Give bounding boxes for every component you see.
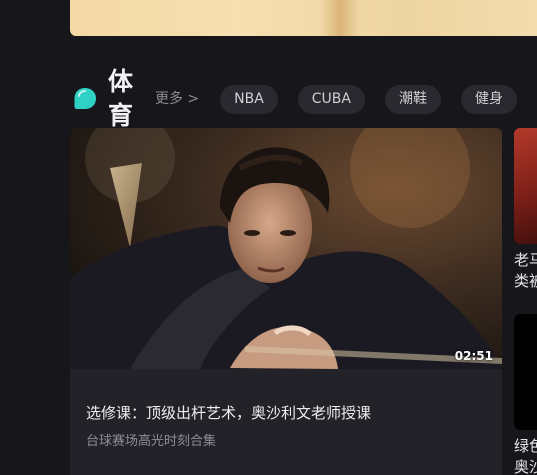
- video-title[interactable]: 选修课：顶级出杆艺术，奥沙利文老师授课: [86, 402, 496, 423]
- section-title: 体育: [108, 67, 135, 130]
- side-video-thumbnail-2[interactable]: [514, 314, 537, 430]
- video-duration: 02:51: [454, 349, 493, 363]
- more-link[interactable]: 更多 >: [155, 82, 199, 116]
- video-thumbnail[interactable]: 02:51: [70, 128, 502, 369]
- tag-nba[interactable]: NBA: [220, 84, 278, 114]
- video-subtitle: 台球赛场高光时刻合集: [86, 434, 217, 449]
- side-video-card-1[interactable]: 老马 类被: [514, 128, 537, 292]
- side-video-title-2-line2[interactable]: 奥沙: [514, 457, 537, 475]
- feature-video-card[interactable]: 02:51 选修课：顶级出杆艺术，奥沙利文老师授课 台球赛场高光时刻合集: [70, 128, 502, 475]
- side-video-card-2[interactable]: 绿色 奥沙: [514, 314, 537, 475]
- tag-sneakers[interactable]: 潮鞋: [385, 84, 441, 114]
- side-video-title-2-line1[interactable]: 绿色: [514, 436, 537, 457]
- chat-bubble-icon: [72, 86, 98, 112]
- tag-fitness[interactable]: 健身: [461, 84, 517, 114]
- side-video-thumbnail-1[interactable]: [514, 128, 537, 244]
- previous-card-thumbnail[interactable]: [70, 0, 537, 36]
- sports-section-header: 体育 更多 > NBA CUBA 潮鞋 健身: [72, 67, 537, 130]
- side-video-title-1-line1[interactable]: 老马: [514, 250, 537, 271]
- side-video-title-1-line2[interactable]: 类被: [514, 271, 537, 292]
- tag-cuba[interactable]: CUBA: [297, 84, 365, 114]
- page: 体育 更多 > NBA CUBA 潮鞋 健身 02:51 选修课：顶级出杆艺术，…: [0, 0, 537, 475]
